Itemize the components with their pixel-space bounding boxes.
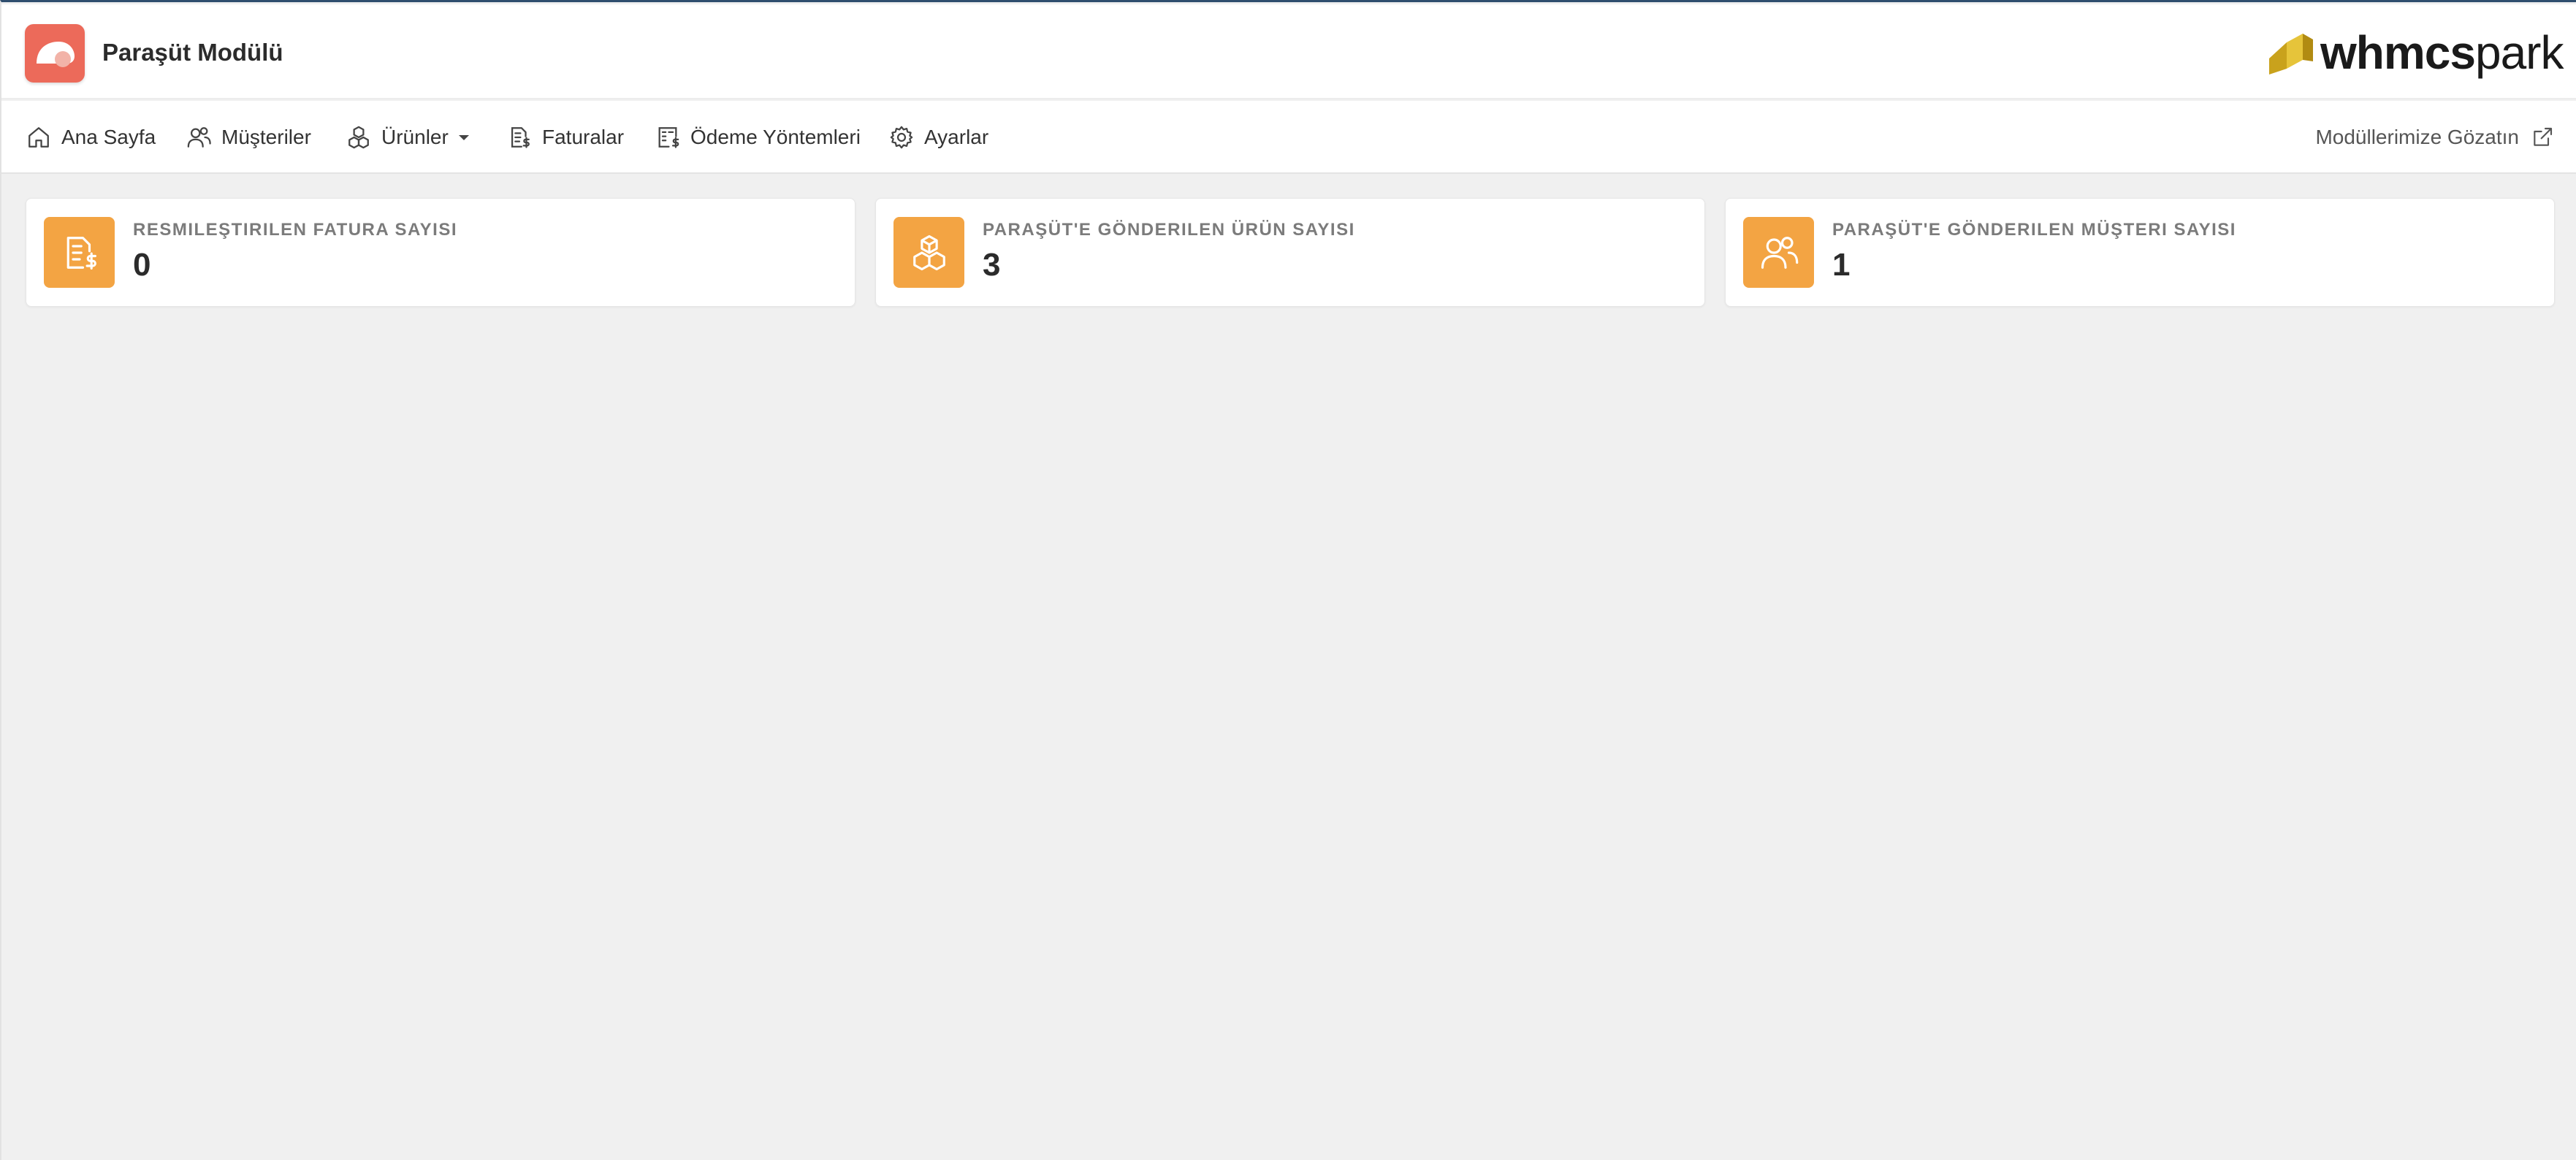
nav-item-musteriler[interactable]: Müşteriler: [186, 101, 311, 174]
users-icon: [1743, 217, 1814, 288]
stat-card-invoices: RESMILEŞTIRILEN FATURA SAYISI 0: [26, 198, 856, 307]
gear-icon: [890, 126, 913, 149]
nav-item-label: Ürünler: [381, 126, 449, 148]
stat-card-customers: PARAŞÜT'E GÖNDERILEN MÜŞTERI SAYISI 1: [1725, 198, 2555, 307]
nav-item-label: Ana Sayfa: [61, 126, 156, 148]
app-logo-icon[interactable]: [25, 24, 85, 83]
nav-item-faturalar[interactable]: Faturalar: [507, 101, 624, 174]
nav-item-label: Ödeme Yöntemleri: [690, 126, 861, 148]
stat-label: PARAŞÜT'E GÖNDERILEN ÜRÜN SAYISI: [983, 220, 1355, 240]
brand-wordmark: whmcspark: [2320, 26, 2564, 79]
payment-methods-icon: [658, 127, 679, 148]
invoice-icon: [511, 127, 530, 148]
boxes-icon: [893, 217, 964, 288]
stat-value: 3: [983, 247, 1001, 283]
stat-value: 0: [133, 247, 151, 283]
brand-wordmark-light: park: [2474, 26, 2564, 79]
stat-card-products: PARAŞÜT'E GÖNDERILEN ÜRÜN SAYISI 3: [875, 198, 1705, 307]
browse-modules-link[interactable]: Modüllerimize Gözatın: [2315, 101, 2554, 174]
stat-value: 1: [1832, 247, 1851, 283]
users-icon: [187, 127, 211, 148]
whmcspark-logo[interactable]: whmcspark: [2265, 26, 2564, 79]
external-link-icon: [2534, 127, 2553, 146]
stat-label: PARAŞÜT'E GÖNDERILEN MÜŞTERI SAYISI: [1832, 220, 2236, 240]
chevron-down-icon: [458, 134, 469, 140]
nav-item-ayarlar[interactable]: Ayarlar: [889, 101, 988, 174]
nav-item-label: Müşteriler: [221, 126, 311, 148]
app-frame: Paraşüt Modülü whmcspark Ana Sayfa Müşte…: [0, 0, 2576, 1160]
main-navbar: Ana Sayfa Müşteriler Ürünler Faturalar Ö…: [1, 101, 2576, 174]
top-header: Paraşüt Modülü whmcspark: [1, 4, 2576, 99]
brand-mark-icon: [2269, 34, 2313, 75]
brand-wordmark-bold: whmcs: [2320, 26, 2476, 79]
invoice-dollar-icon: [44, 217, 115, 288]
stat-label: RESMILEŞTIRILEN FATURA SAYISI: [133, 220, 457, 240]
nav-item-label: Faturalar: [542, 126, 625, 148]
home-icon: [28, 127, 49, 148]
nav-item-label: Ayarlar: [924, 126, 989, 148]
nav-item-urunler[interactable]: Ürünler: [346, 101, 469, 174]
browse-modules-label: Modüllerimize Gözatın: [2315, 126, 2519, 148]
app-title: Paraşüt Modülü: [102, 39, 283, 66]
nav-item-ana-sayfa[interactable]: Ana Sayfa: [26, 101, 156, 174]
boxes-icon: [348, 126, 369, 149]
nav-item-odeme-yontemleri[interactable]: Ödeme Yöntemleri: [655, 101, 861, 174]
